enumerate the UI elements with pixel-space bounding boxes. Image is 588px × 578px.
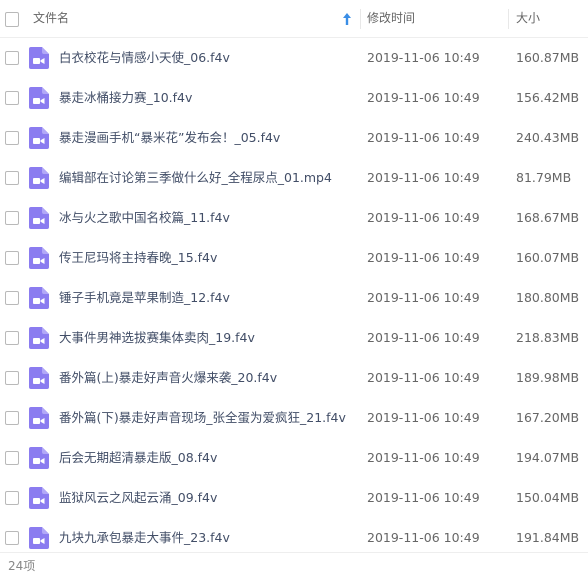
video-file-icon bbox=[29, 367, 49, 389]
file-row[interactable]: 暴走冰桶接力赛_10.f4v 2019-11-06 10:49 156.42MB bbox=[0, 78, 588, 118]
file-size: 81.79MB bbox=[516, 170, 572, 185]
file-modified-time: 2019-11-06 10:49 bbox=[367, 330, 480, 345]
column-divider[interactable] bbox=[508, 9, 509, 29]
video-file-icon bbox=[29, 327, 49, 349]
file-size: 160.87MB bbox=[516, 50, 580, 65]
file-size: 167.20MB bbox=[516, 410, 580, 425]
file-modified-time: 2019-11-06 10:49 bbox=[367, 450, 480, 465]
row-checkbox[interactable] bbox=[5, 131, 19, 145]
file-modified-time: 2019-11-06 10:49 bbox=[367, 170, 480, 185]
file-modified-time: 2019-11-06 10:49 bbox=[367, 290, 480, 305]
file-row[interactable]: 编辑部在讨论第三季做什么好_全程尿点_01.mp4 2019-11-06 10:4… bbox=[0, 158, 588, 198]
row-checkbox[interactable] bbox=[5, 291, 19, 305]
file-modified-time: 2019-11-06 10:49 bbox=[367, 370, 480, 385]
row-checkbox[interactable] bbox=[5, 491, 19, 505]
row-checkbox[interactable] bbox=[5, 211, 19, 225]
file-size: 156.42MB bbox=[516, 90, 580, 105]
file-list-rows: 白衣校花与情感小天使_06.f4v 2019-11-06 10:49 160.87M… bbox=[0, 38, 588, 558]
file-name[interactable]: 后会无期超清暴走版_08.f4v bbox=[59, 438, 354, 478]
file-list-header: 文件名 修改时间 大小 bbox=[0, 0, 588, 38]
video-file-icon bbox=[29, 447, 49, 469]
column-header-size[interactable]: 大小 bbox=[516, 0, 586, 37]
file-row[interactable]: 冰与火之歌中国名校篇_11.f4v 2019-11-06 10:49 168.67M… bbox=[0, 198, 588, 238]
file-modified-time: 2019-11-06 10:49 bbox=[367, 50, 480, 65]
file-name[interactable]: 冰与火之歌中国名校篇_11.f4v bbox=[59, 198, 354, 238]
file-name[interactable]: 编辑部在讨论第三季做什么好_全程尿点_01.mp4 bbox=[59, 158, 354, 198]
video-file-icon bbox=[29, 127, 49, 149]
file-row[interactable]: 后会无期超清暴走版_08.f4v 2019-11-06 10:49 194.07MB bbox=[0, 438, 588, 478]
file-row[interactable]: 白衣校花与情感小天使_06.f4v 2019-11-06 10:49 160.87M… bbox=[0, 38, 588, 78]
video-file-icon bbox=[29, 527, 49, 549]
file-modified-time: 2019-11-06 10:49 bbox=[367, 410, 480, 425]
file-modified-time: 2019-11-06 10:49 bbox=[367, 250, 480, 265]
video-file-icon bbox=[29, 207, 49, 229]
column-header-name[interactable]: 文件名 bbox=[33, 0, 353, 37]
file-name[interactable]: 暴走漫画手机“暴米花”发布会！_05.f4v bbox=[59, 118, 354, 158]
row-checkbox[interactable] bbox=[5, 251, 19, 265]
file-size: 180.80MB bbox=[516, 290, 580, 305]
file-name[interactable]: 监狱风云之风起云涌_09.f4v bbox=[59, 478, 354, 518]
file-size: 194.07MB bbox=[516, 450, 580, 465]
column-divider[interactable] bbox=[360, 9, 361, 29]
sort-ascending-arrow-icon[interactable] bbox=[341, 12, 353, 26]
file-name[interactable]: 暴走冰桶接力赛_10.f4v bbox=[59, 78, 354, 118]
file-row[interactable]: 大事件男神选拔赛集体卖肉_19.f4v 2019-11-06 10:49 218.8… bbox=[0, 318, 588, 358]
row-checkbox[interactable] bbox=[5, 451, 19, 465]
file-name[interactable]: 番外篇(下)暴走好声音现场_张全蛋为爱疯狂_21.f4v bbox=[59, 398, 354, 438]
file-row[interactable]: 监狱风云之风起云涌_09.f4v 2019-11-06 10:49 150.04MB bbox=[0, 478, 588, 518]
video-file-icon bbox=[29, 487, 49, 509]
file-size: 189.98MB bbox=[516, 370, 580, 385]
status-bar: 24项 bbox=[0, 552, 588, 578]
file-name[interactable]: 白衣校花与情感小天使_06.f4v bbox=[59, 38, 354, 78]
file-size: 150.04MB bbox=[516, 490, 580, 505]
file-modified-time: 2019-11-06 10:49 bbox=[367, 490, 480, 505]
file-size: 168.67MB bbox=[516, 210, 580, 225]
file-size: 240.43MB bbox=[516, 130, 580, 145]
file-modified-time: 2019-11-06 10:49 bbox=[367, 130, 480, 145]
file-name[interactable]: 大事件男神选拔赛集体卖肉_19.f4v bbox=[59, 318, 354, 358]
video-file-icon bbox=[29, 167, 49, 189]
file-row[interactable]: 番外篇(下)暴走好声音现场_张全蛋为爱疯狂_21.f4v 2019-11-06 1… bbox=[0, 398, 588, 438]
video-file-icon bbox=[29, 87, 49, 109]
row-checkbox[interactable] bbox=[5, 91, 19, 105]
file-modified-time: 2019-11-06 10:49 bbox=[367, 210, 480, 225]
item-count: 24项 bbox=[8, 559, 36, 573]
file-list-panel: 文件名 修改时间 大小 白衣校花与情感小天使_06.f4v 2019-11-06 … bbox=[0, 0, 588, 578]
video-file-icon bbox=[29, 287, 49, 309]
file-modified-time: 2019-11-06 10:49 bbox=[367, 90, 480, 105]
file-name[interactable]: 锤子手机竟是苹果制造_12.f4v bbox=[59, 278, 354, 318]
file-row[interactable]: 锤子手机竟是苹果制造_12.f4v 2019-11-06 10:49 180.80M… bbox=[0, 278, 588, 318]
row-checkbox[interactable] bbox=[5, 331, 19, 345]
select-all-checkbox[interactable] bbox=[5, 12, 19, 27]
video-file-icon bbox=[29, 247, 49, 269]
file-row[interactable]: 番外篇(上)暴走好声音火爆来袭_20.f4v 2019-11-06 10:49 18… bbox=[0, 358, 588, 398]
file-name[interactable]: 番外篇(上)暴走好声音火爆来袭_20.f4v bbox=[59, 358, 354, 398]
file-size: 160.07MB bbox=[516, 250, 580, 265]
column-header-modified[interactable]: 修改时间 bbox=[367, 0, 507, 37]
file-row[interactable]: 传王尼玛将主持春晚_15.f4v 2019-11-06 10:49 160.07MB bbox=[0, 238, 588, 278]
row-checkbox[interactable] bbox=[5, 411, 19, 425]
row-checkbox[interactable] bbox=[5, 51, 19, 65]
video-file-icon bbox=[29, 47, 49, 69]
row-checkbox[interactable] bbox=[5, 371, 19, 385]
file-row[interactable]: 暴走漫画手机“暴米花”发布会！_05.f4v 2019-11-06 10:49 24… bbox=[0, 118, 588, 158]
row-checkbox[interactable] bbox=[5, 531, 19, 545]
row-checkbox[interactable] bbox=[5, 171, 19, 185]
file-size: 218.83MB bbox=[516, 330, 580, 345]
video-file-icon bbox=[29, 407, 49, 429]
file-name[interactable]: 传王尼玛将主持春晚_15.f4v bbox=[59, 238, 354, 278]
